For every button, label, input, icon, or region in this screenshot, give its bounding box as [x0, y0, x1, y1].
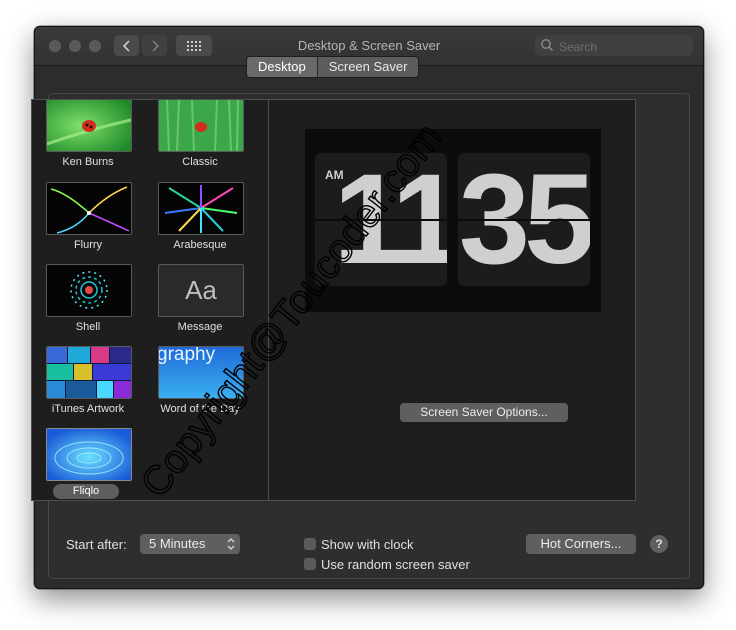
classic-thumbnail — [158, 100, 244, 152]
list-item-label: Classic — [182, 156, 218, 168]
word-of-the-day-thumbnail: graphy — [158, 346, 244, 399]
show-with-clock-checkbox[interactable] — [304, 538, 316, 550]
screen-saver-preview: 11 AM 35 — [305, 129, 601, 312]
list-item-label: Arabesque — [173, 239, 227, 251]
list-item-label: Fliqlo — [53, 484, 119, 499]
flurry-thumbnail — [46, 182, 132, 235]
tab-desktop[interactable]: Desktop — [247, 57, 317, 77]
list-item-arabesque[interactable]: Arabesque — [144, 182, 256, 264]
start-after-popup[interactable]: 5 Minutes — [140, 534, 240, 554]
arabesque-thumbnail — [158, 182, 244, 235]
search-field[interactable] — [535, 35, 693, 56]
start-after-label: Start after: — [66, 537, 127, 552]
word-of-the-day-preview-text: graphy — [158, 346, 216, 365]
message-thumbnail: Aa — [158, 264, 244, 317]
list-item-ken-burns[interactable]: Ken Burns — [32, 100, 144, 182]
list-item-label: Ken Burns — [62, 156, 114, 168]
shell-thumbnail — [46, 264, 132, 317]
list-item-message[interactable]: Aa Message — [144, 264, 256, 346]
card-split-line — [315, 219, 447, 221]
minute-flip-card: 35 — [458, 153, 590, 286]
tab-screen-saver[interactable]: Screen Saver — [316, 57, 419, 77]
tab-bar: Desktop Screen Saver — [246, 56, 420, 78]
random-screen-saver-checkbox[interactable] — [304, 558, 316, 570]
list-item-label: iTunes Artwork — [51, 403, 125, 415]
list-item-label: Flurry — [73, 239, 103, 251]
card-split-line — [458, 219, 590, 221]
ken-burns-thumbnail — [46, 100, 132, 152]
hour-flip-card: 11 AM — [315, 153, 447, 286]
ampm-label: AM — [325, 168, 344, 182]
list-item-shell[interactable]: Shell — [32, 264, 144, 346]
hot-corners-button[interactable]: Hot Corners... — [526, 534, 636, 554]
list-item-classic[interactable]: Classic — [144, 100, 256, 182]
list-item-flurry[interactable]: Flurry — [32, 182, 144, 264]
screen-saver-list[interactable]: Ken Burns Classic Flurry Arabesque Shell… — [32, 100, 269, 500]
list-item-label: Message — [177, 321, 223, 333]
help-button[interactable]: ? — [650, 535, 668, 553]
updown-arrows-icon — [227, 538, 235, 550]
itunes-artwork-thumbnail — [46, 346, 132, 399]
list-item-word-of-the-day[interactable]: graphy Word of the Day — [144, 346, 256, 428]
start-after-value: 5 Minutes — [149, 536, 206, 551]
screen-saver-options-button[interactable]: Screen Saver Options... — [400, 403, 568, 422]
screen-saver-pane: Ken Burns Classic Flurry Arabesque Shell… — [31, 99, 636, 501]
search-icon — [541, 39, 554, 52]
random-screen-saver-label: Use random screen saver — [321, 557, 470, 572]
list-item-label: Shell — [75, 321, 101, 333]
list-item-label: Word of the Day — [160, 403, 240, 415]
fliqlo-thumbnail — [46, 428, 132, 481]
list-item-fliqlo[interactable]: Fliqlo — [32, 428, 144, 500]
search-input[interactable] — [557, 37, 691, 56]
show-with-clock-label: Show with clock — [321, 537, 414, 552]
list-item-itunes-artwork[interactable]: iTunes Artwork — [32, 346, 144, 428]
